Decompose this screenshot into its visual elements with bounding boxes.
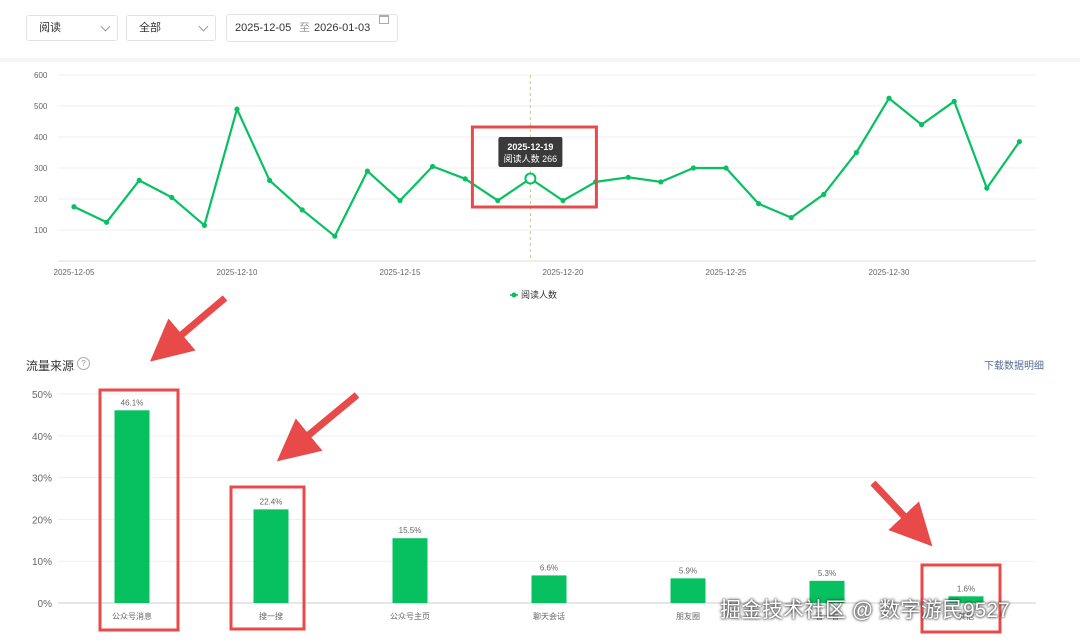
line-x-tick-label: 2025-12-05 [54,268,95,277]
bar-y-tick-label: 30% [32,474,52,485]
bar-category-label: 朋友圈 [676,611,700,621]
line-point [234,106,240,112]
line-x-tick-label: 2025-12-25 [706,268,747,277]
line-point [430,163,436,170]
bar-value-label: 5.9% [679,566,697,575]
bar-value-label: 22.4% [260,497,283,506]
bar [670,578,706,603]
bar-value-label: 46.1% [121,398,144,407]
download-details-link[interactable]: 下载数据明细 [984,357,1044,372]
bar-y-tick-label: 10% [32,557,52,568]
bar-category-label: 公众号主页 [390,611,430,621]
line-point [462,176,468,182]
line-point [723,165,729,171]
line-point [951,98,957,104]
charts-canvas: 100 200 300 400 500 600 2025-12-05 2025-12-10 20… [32,71,1036,634]
legend-label: 阅读人数 [521,289,557,300]
line-point-highlighted [524,172,537,185]
bar-category-label: 公众号消息 [112,611,152,621]
tooltip-date: 2025-12-19 [507,142,553,152]
line-y-tick-label: 200 [34,195,48,204]
line-y-tick-label: 100 [34,226,48,235]
bar-y-tick-label: 40% [32,432,52,443]
line-point [853,149,860,156]
bar-y-tick-label: 50% [32,390,52,401]
line-point [756,201,762,207]
line-point [201,222,207,228]
bar [253,509,289,603]
line-x-tick-label: 2025-12-30 [869,268,910,277]
line-point [919,122,925,128]
bar-value-label: 6.6% [540,563,558,572]
line-y-tick-label: 400 [34,133,48,142]
annotation-arrow [276,392,360,462]
line-point [71,204,77,210]
bar-category-label: 搜一搜 [259,611,283,621]
line-point [332,233,338,239]
line-point [495,197,501,204]
section-title: 流量来源 [26,359,75,373]
series-line-readers [73,97,1021,238]
bar-y-tick-label: 20% [32,515,52,526]
annotation-arrow [870,480,933,547]
bar-category-label: 聊天会话 [533,611,565,621]
line-x-tick-label: 2025-12-20 [543,268,584,277]
line-point [267,177,273,183]
help-circle-icon[interactable]: ? [77,357,90,370]
line-y-tick-label: 300 [34,164,48,173]
bar [531,575,567,603]
line-point [658,179,664,185]
line-point [984,185,990,191]
line-x-tick-label: 2025-12-15 [380,268,421,277]
line-point [625,174,631,180]
line-point [690,165,697,171]
bar [114,410,150,603]
line-y-tick-label: 500 [34,102,48,111]
bar-value-label: 5.3% [818,569,836,578]
bar-value-label: 1.6% [957,584,975,593]
line-point [299,207,305,213]
line-point [560,197,566,204]
line-point [886,95,892,101]
watermark: 掘金技术社区 @ 数字游民9527 [720,599,1010,622]
line-point [1016,139,1023,145]
legend-marker [511,292,517,298]
line-point [788,215,794,221]
line-point [364,168,370,174]
line-x-tick-label: 2025-12-10 [217,268,258,277]
tooltip-value: 阅读人数 266 [504,153,558,164]
bar [392,538,428,603]
line-point [136,177,142,183]
line-point [397,197,403,204]
line-point [169,194,175,201]
bar-y-tick-label: 0% [38,599,53,610]
bar-value-label: 15.5% [399,526,422,535]
line-point [104,219,110,225]
annotation-arrow [149,295,228,362]
line-point [821,191,827,197]
line-y-tick-label: 600 [34,71,48,80]
